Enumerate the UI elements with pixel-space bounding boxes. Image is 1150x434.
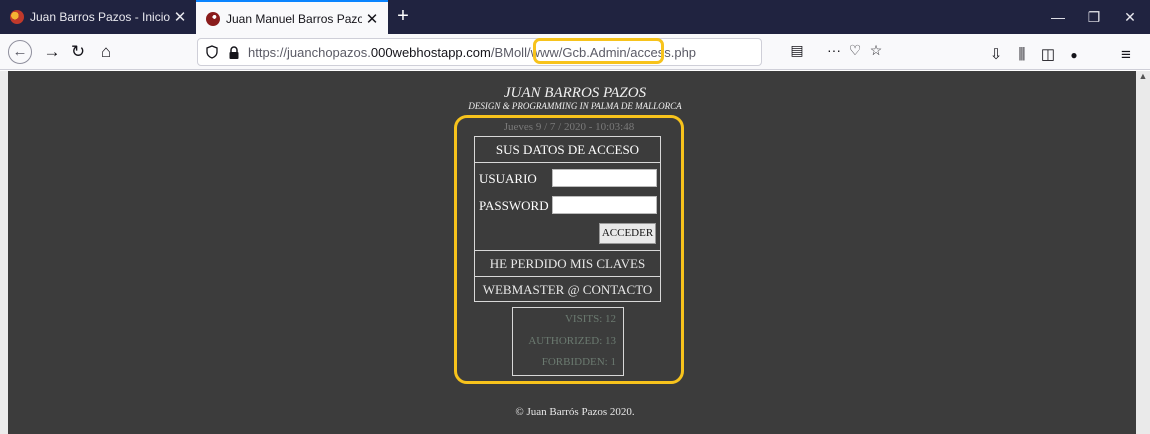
reader-view-icon[interactable]: ▤ (787, 42, 807, 59)
tab-inicio[interactable]: Juan Barros Pazos - Inicio ✕ (0, 0, 196, 34)
tab-title: Juan Manuel Barros Pazos (226, 12, 362, 26)
url-domain: 000webhostapp.com (370, 45, 491, 60)
page-footer: © Juan Barrós Pazos 2020. (515, 406, 635, 418)
downloads-icon[interactable]: ⇩ (986, 45, 1006, 65)
tab-title: Juan Barros Pazos - Inicio (30, 10, 170, 24)
site-subtitle: DESIGN & PROGRAMMING IN PALMA DE MALLORC… (468, 101, 682, 111)
url-bar[interactable]: https://juanchopazos.000webhostapp.com/B… (197, 38, 762, 66)
back-button[interactable]: ← (8, 40, 32, 64)
account-icon[interactable]: ● (1064, 45, 1084, 65)
lock-icon[interactable] (228, 46, 240, 60)
home-button[interactable]: ⌂ (94, 41, 118, 63)
menu-icon[interactable]: ≡ (1116, 45, 1136, 65)
pocket-icon[interactable]: ♡ (845, 42, 865, 59)
sidebar-icon[interactable]: ◫ (1038, 45, 1058, 65)
scrollbar[interactable]: ▲ (1136, 71, 1150, 434)
page-actions-icon[interactable]: ··· (824, 42, 844, 58)
site-favicon-icon (206, 12, 220, 26)
close-tab-icon[interactable]: ✕ (170, 8, 190, 26)
site-favicon-icon (10, 10, 24, 24)
restore-button[interactable]: ❐ (1076, 0, 1112, 34)
login-area-highlight (454, 115, 684, 384)
close-tab-icon[interactable]: ✕ (362, 10, 382, 28)
minimize-button[interactable]: — (1040, 0, 1076, 34)
library-icon[interactable]: ⫼ (1012, 45, 1032, 65)
site-title: JUAN BARROS PAZOS (503, 85, 647, 101)
close-window-button[interactable]: ✕ (1112, 0, 1148, 34)
tab-strip: Juan Barros Pazos - Inicio ✕ Juan Manuel… (0, 0, 1150, 36)
url-path-highlight (533, 38, 664, 64)
tab-current[interactable]: Juan Manuel Barros Pazos ✕ (196, 0, 388, 36)
window-edge (0, 71, 8, 434)
bookmark-star-icon[interactable]: ☆ (866, 42, 886, 59)
forward-button[interactable]: → (40, 41, 64, 63)
scroll-up-icon[interactable]: ▲ (1138, 71, 1148, 83)
tracking-shield-icon[interactable] (206, 45, 218, 59)
new-tab-button[interactable]: + (392, 5, 414, 27)
reload-button[interactable]: ↻ (66, 41, 90, 63)
